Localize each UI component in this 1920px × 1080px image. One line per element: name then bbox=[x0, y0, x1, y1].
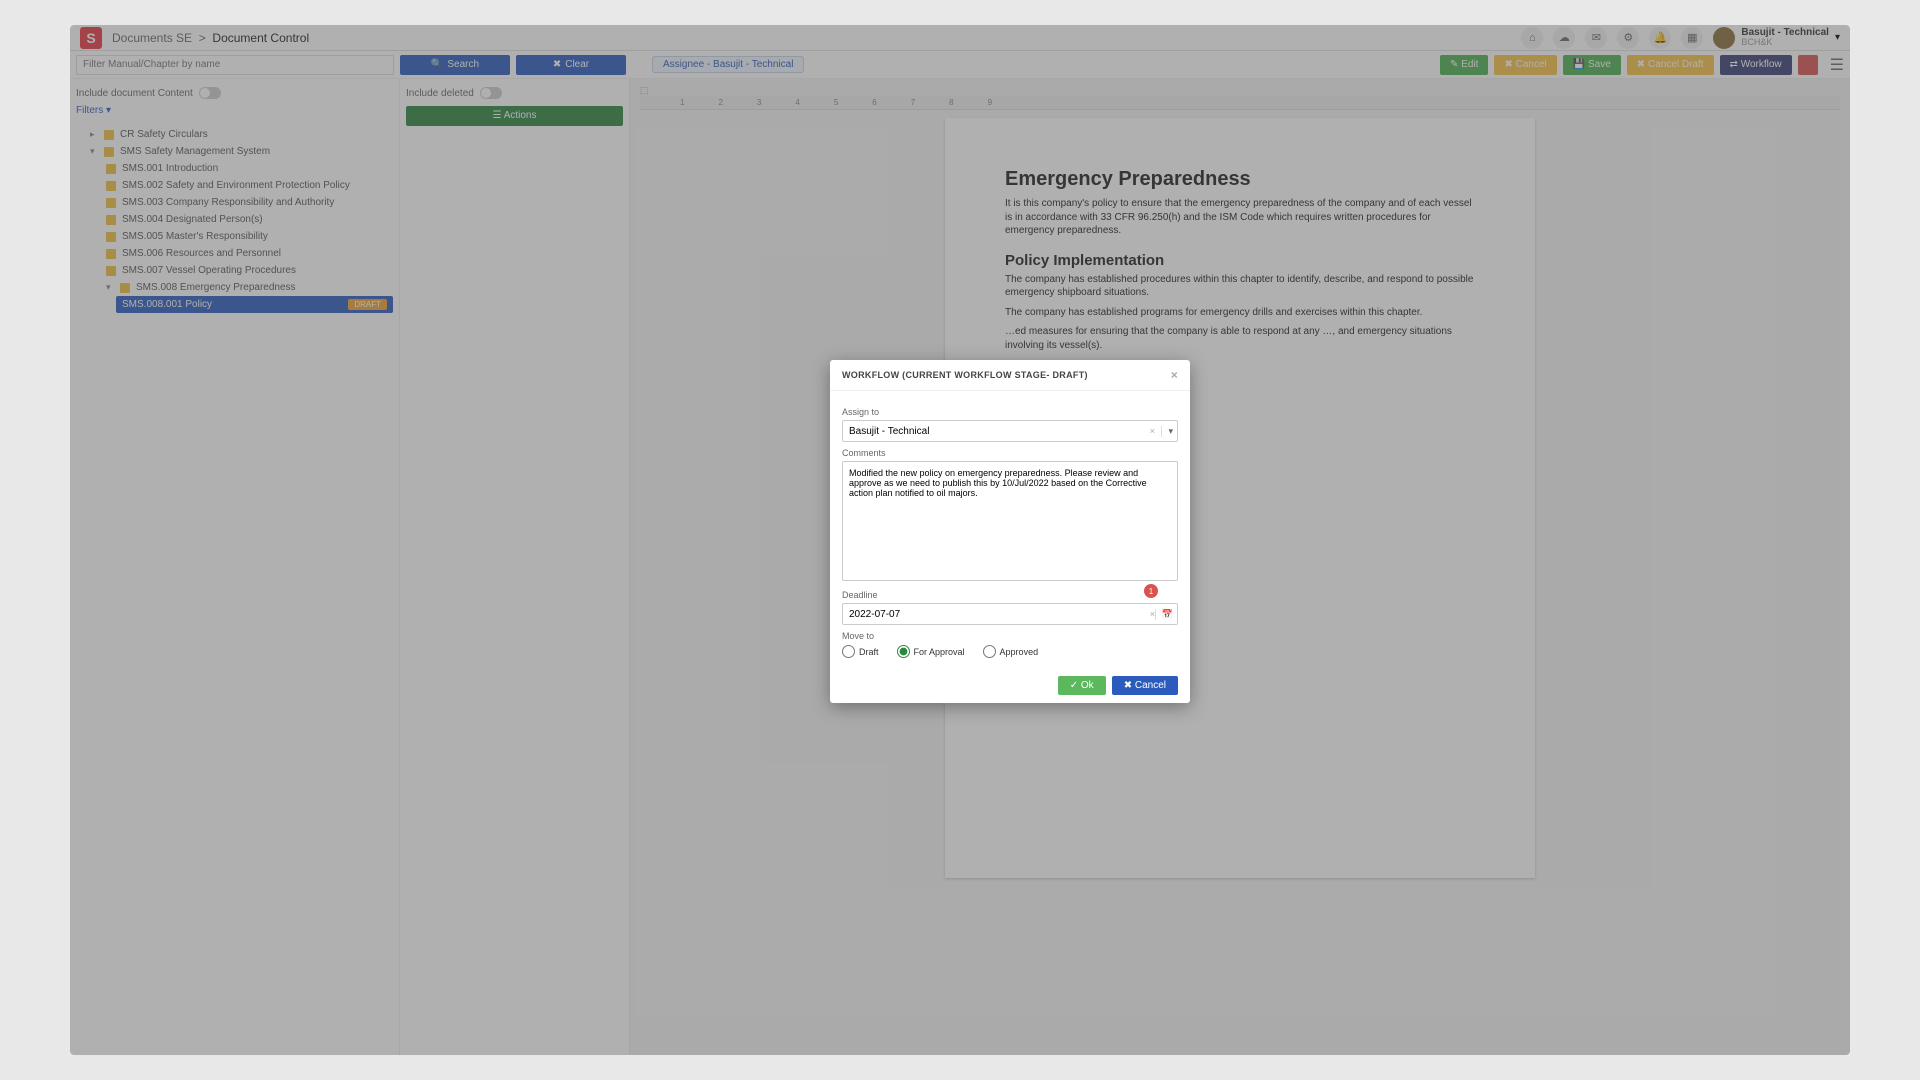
notification-badge: 1 bbox=[1144, 584, 1158, 598]
move-to-label: Move to bbox=[842, 631, 1178, 641]
clear-icon[interactable]: × bbox=[1150, 426, 1155, 436]
comments-label: Comments bbox=[842, 448, 1178, 458]
chevron-down-icon[interactable]: ▾ bbox=[1161, 426, 1173, 437]
deadline-input[interactable]: 2022-07-07 × 📅 bbox=[842, 603, 1178, 625]
radio-approved[interactable]: Approved bbox=[983, 645, 1039, 658]
calendar-icon[interactable]: 📅 bbox=[1155, 609, 1173, 620]
deadline-value: 2022-07-07 bbox=[849, 609, 900, 620]
ok-button[interactable]: ✓ Ok bbox=[1058, 676, 1106, 695]
comments-textarea[interactable] bbox=[842, 461, 1178, 581]
close-icon[interactable]: × bbox=[1171, 368, 1178, 382]
radio-draft[interactable]: Draft bbox=[842, 645, 879, 658]
workflow-modal: WORKFLOW (CURRENT WORKFLOW STAGE- DRAFT)… bbox=[830, 360, 1190, 703]
modal-cancel-button[interactable]: ✖ Cancel bbox=[1112, 676, 1178, 695]
assign-value: Basujit - Technical bbox=[849, 426, 929, 437]
radio-for-approval[interactable]: For Approval bbox=[897, 645, 965, 658]
assign-to-select[interactable]: Basujit - Technical × ▾ bbox=[842, 420, 1178, 442]
assign-to-label: Assign to bbox=[842, 407, 1178, 417]
deadline-label: Deadline bbox=[842, 590, 1178, 600]
modal-title: WORKFLOW (CURRENT WORKFLOW STAGE- DRAFT) bbox=[842, 370, 1088, 380]
